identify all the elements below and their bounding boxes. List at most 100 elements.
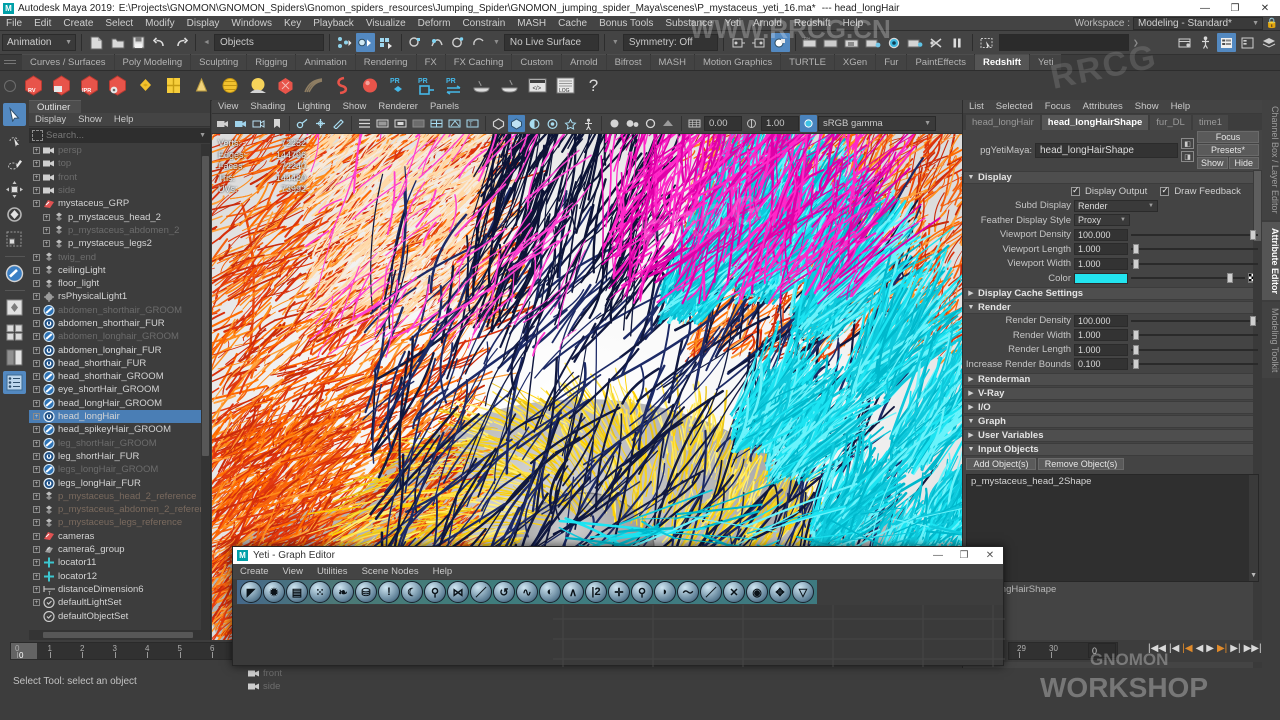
expand-toggle-icon[interactable]: +	[33, 585, 40, 593]
secondary-outliner-item-front[interactable]: front	[232, 667, 410, 680]
scatter-node-icon[interactable]: ✹	[263, 581, 285, 603]
xray-joints-icon[interactable]: T	[464, 115, 481, 132]
multisample-icon[interactable]	[580, 115, 597, 132]
pause-icon[interactable]	[948, 33, 967, 52]
section-header-input-objects[interactable]: ▼ Input Objects	[963, 442, 1262, 456]
lasso-select-tool-button[interactable]	[3, 128, 26, 151]
select-tool-cursor-icon[interactable]	[978, 33, 997, 52]
shelf-tab-rendering[interactable]: Rendering	[355, 54, 416, 70]
channelbox-icon[interactable]	[1238, 33, 1257, 52]
select-by-component-icon[interactable]	[377, 33, 396, 52]
smooth-shade-all-icon[interactable]	[374, 115, 391, 132]
redshift-rv-icon[interactable]: RV	[21, 73, 46, 98]
chevron-down-icon[interactable]: ▼	[612, 39, 619, 46]
expand-toggle-icon[interactable]: +	[33, 333, 40, 341]
outliner-item-defaultlightset[interactable]: + defaultLightSet	[29, 596, 210, 609]
menu-item-constrain[interactable]: Constrain	[456, 16, 511, 31]
convert-node-icon[interactable]: ／	[470, 581, 492, 603]
grow-node-icon[interactable]: ❧	[332, 581, 354, 603]
expand-toggle-icon[interactable]: +	[33, 160, 40, 168]
section-header-render[interactable]: ▼ Render	[963, 300, 1262, 314]
expand-toggle-icon[interactable]: +	[33, 320, 40, 327]
outliner-item-mystaceus-grp[interactable]: + mystaceus_GRP	[29, 197, 210, 210]
outliner-item-legs-longhair-groom[interactable]: + legs_longHair_GROOM	[29, 463, 210, 476]
expand-toggle-icon[interactable]: +	[33, 386, 40, 394]
last-tool-used-button[interactable]	[3, 262, 26, 285]
rendering-flags-icon[interactable]	[927, 33, 946, 52]
redshift-light-cone-icon[interactable]	[189, 73, 214, 98]
outliner-item-legs-longhair-fur[interactable]: + legs_longHair_FUR	[29, 476, 210, 489]
yeti-menu-help[interactable]: Help	[426, 564, 460, 579]
redshift-pr-aov-icon[interactable]: PR	[385, 73, 410, 98]
expand-toggle-icon[interactable]: +	[43, 226, 50, 234]
step-back-frame-button[interactable]: |◀	[1182, 643, 1192, 654]
play-forwards-button[interactable]: ▶	[1206, 643, 1214, 654]
draw-feedback-checkbox[interactable]	[1160, 185, 1170, 196]
viewport-density-input[interactable]: 100.000	[1074, 228, 1128, 241]
expand-toggle-icon[interactable]: +	[33, 479, 40, 487]
section-header-graph[interactable]: ▼ Graph	[963, 414, 1262, 428]
outliner-item-side[interactable]: + side	[29, 184, 210, 197]
instance-node-icon[interactable]: ⁙	[309, 581, 331, 603]
outliner-item-head-longhair[interactable]: + head_longHair	[29, 409, 210, 424]
blend-node-icon[interactable]: ⋈	[447, 581, 469, 603]
outliner-tree[interactable]: + persp + top + front + side + mystaceus_GRP + p_my…	[29, 144, 210, 630]
expand-toggle-icon[interactable]: +	[33, 293, 40, 301]
open-scene-icon[interactable]	[108, 33, 127, 52]
shadows-icon[interactable]	[526, 115, 543, 132]
play-backwards-button[interactable]: ◀	[1196, 643, 1204, 654]
menu-item-cache[interactable]: Cache	[552, 16, 593, 31]
outliner-item-leg-shorthair-fur[interactable]: + leg_shortHair_FUR	[29, 450, 210, 463]
expand-toggle-icon[interactable]: +	[33, 187, 40, 195]
outliner-menu-show[interactable]: Show	[72, 113, 108, 127]
redshift-sphere-icon[interactable]	[357, 73, 382, 98]
menu-item-select[interactable]: Select	[99, 16, 139, 31]
outliner-item-leg-shorthair-groom[interactable]: + leg_shortHair_GROOM	[29, 437, 210, 450]
expand-toggle-icon[interactable]: +	[33, 266, 40, 274]
gate-mask-icon[interactable]	[606, 115, 623, 132]
render-region-icon[interactable]	[843, 33, 862, 52]
maximize-button[interactable]: ❐	[1220, 0, 1250, 16]
attribute-editor-tab-time1[interactable]: time1	[1192, 115, 1229, 130]
show-button[interactable]: Show	[1197, 157, 1228, 169]
shelf-tab-turtle[interactable]: TURTLE	[781, 54, 834, 70]
go-to-end-button[interactable]: ▶▶|	[1244, 643, 1262, 654]
attribute-editor-menu-attributes[interactable]: Attributes	[1077, 100, 1129, 114]
image-plane-icon[interactable]	[294, 115, 311, 132]
next-node-icon[interactable]: ◨	[1181, 151, 1194, 162]
redshift-pr-export-icon[interactable]: PR	[413, 73, 438, 98]
outliner-item-head-longhair-groom[interactable]: + head_longHair_GROOM	[29, 397, 210, 410]
output-connections-icon[interactable]	[750, 33, 769, 52]
live-surface-field[interactable]: No Live Surface	[503, 34, 599, 51]
outliner-item-head-shorthair-groom[interactable]: + head_shorthair_GROOM	[29, 370, 210, 383]
layers-icon[interactable]	[1259, 33, 1278, 52]
menu-item-key[interactable]: Key	[278, 16, 307, 31]
shelf-tab-sculpting[interactable]: Sculpting	[191, 54, 247, 70]
smooth-shade-selected-icon[interactable]	[392, 115, 409, 132]
selection-mask-field[interactable]: Objects	[213, 34, 324, 51]
wireframe-on-shaded-icon[interactable]	[428, 115, 445, 132]
redshift-log-icon[interactable]: LOG	[553, 73, 578, 98]
increase-render-bounds-input[interactable]: 0.100	[1074, 358, 1128, 371]
right-tab-attribute-editor[interactable]: Attribute Editor	[1262, 221, 1280, 300]
shelf-tab-fx[interactable]: FX	[416, 54, 445, 70]
move-tool-button[interactable]	[3, 178, 26, 201]
outliner-vertical-scrollbar[interactable]	[201, 144, 210, 630]
time-slider[interactable]: 0 0123456	[10, 642, 240, 660]
menu-item-arnold[interactable]: Arnold	[747, 16, 788, 31]
menu-item-file[interactable]: File	[0, 16, 28, 31]
yeti-maximize-button[interactable]: ❐	[951, 547, 977, 564]
render-settings-icon[interactable]	[864, 33, 883, 52]
hide-button[interactable]: Hide	[1228, 157, 1259, 169]
expand-toggle-icon[interactable]: +	[33, 519, 40, 527]
menu-item-playback[interactable]: Playback	[307, 16, 360, 31]
select-tool-button[interactable]	[3, 103, 26, 126]
expand-toggle-icon[interactable]: +	[43, 213, 50, 221]
color-space-dropdown[interactable]: sRGB gamma ▼	[818, 116, 936, 131]
redshift-sun-icon[interactable]	[245, 73, 270, 98]
grease-pencil-icon[interactable]	[330, 115, 347, 132]
rotate-tool-button[interactable]	[3, 203, 26, 226]
render-current-frame-icon[interactable]: 1234	[801, 33, 820, 52]
outliner-search[interactable]: Search... ▼	[29, 128, 210, 143]
chevron-down-icon[interactable]: ▼	[493, 39, 500, 46]
